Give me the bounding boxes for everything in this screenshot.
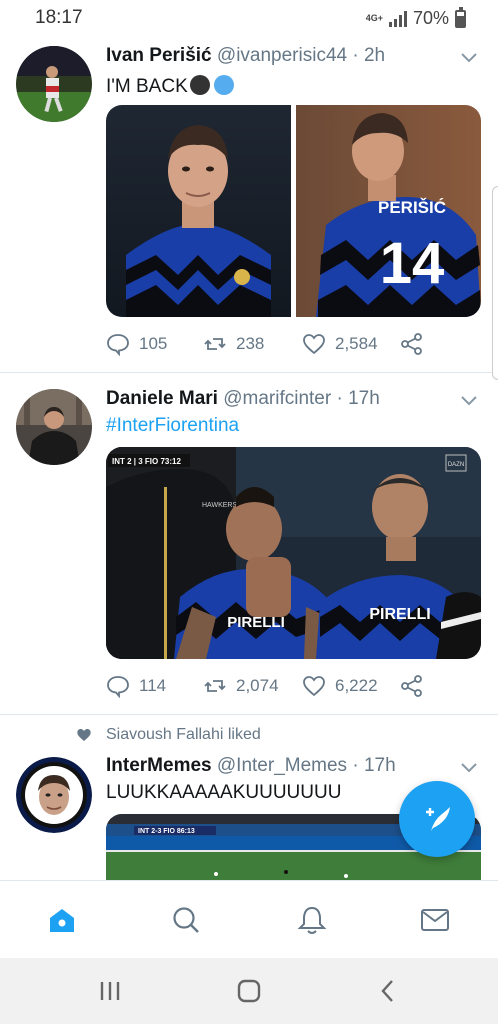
author-name[interactable]: InterMemes — [106, 755, 212, 776]
tweet-media[interactable]: PERIŠIĆ 14 — [106, 105, 481, 317]
tweet-header: InterMemes @Inter_Memes · 17h — [106, 755, 396, 777]
share-icon — [401, 333, 422, 355]
share-button[interactable] — [400, 674, 424, 698]
tweet-header: Daniele Mari @marifcinter · 17h — [106, 388, 380, 410]
back-icon — [381, 980, 393, 1002]
tweet-header: Ivan Perišić @ivanperisic44 · 2h — [106, 45, 385, 67]
tweet-time: · 2h — [352, 45, 386, 66]
scrollbar[interactable] — [492, 186, 498, 380]
compose-icon — [426, 807, 450, 831]
retweet-icon — [204, 338, 226, 350]
chevron-down-icon[interactable] — [460, 391, 478, 409]
tab-messages[interactable] — [418, 903, 452, 937]
search-icon — [173, 907, 199, 933]
retweet-button[interactable]: 2,074 — [203, 674, 302, 698]
tweet-text: I'M BACK — [106, 74, 235, 98]
blue-circle-emoji — [213, 75, 234, 95]
share-icon — [401, 675, 422, 697]
tweet-actions: 114 2,074 6,222 — [106, 672, 424, 700]
avatar[interactable] — [16, 389, 92, 465]
share-button[interactable] — [400, 332, 424, 356]
tweet-media[interactable]: HAWKERS INT 2 | 3 FIO 73:12 DAZN PIRELLI… — [106, 447, 481, 659]
broadcaster-logo: DAZN — [448, 462, 464, 468]
compose-tweet-button[interactable] — [399, 781, 475, 857]
home-circle-icon — [237, 979, 261, 1003]
recent-apps-button[interactable] — [97, 978, 123, 1004]
bell-icon — [297, 906, 327, 934]
tweet-text: LUUKKAAAAAKUUUUUUU — [106, 782, 342, 803]
retweet-count: 238 — [236, 334, 265, 353]
network-type: 4G+ — [365, 13, 383, 23]
tweet[interactable]: Ivan Perišić @ivanperisic44 · 2h I'M BAC… — [0, 34, 498, 372]
reply-count: 114 — [139, 676, 167, 695]
tweet-text: #InterFiorentina — [106, 415, 239, 437]
heart-icon — [303, 334, 325, 355]
hashtag-link[interactable]: #InterFiorentina — [106, 415, 239, 436]
reply-count: 105 — [139, 334, 168, 353]
tab-home[interactable] — [45, 903, 79, 937]
author-name[interactable]: Ivan Perišić — [106, 45, 212, 66]
chevron-down-icon[interactable] — [460, 48, 478, 66]
social-context: Siavoush Fallahi liked — [76, 726, 261, 744]
retweet-icon — [204, 680, 226, 692]
jersey-number: 14 — [380, 231, 445, 296]
home-system-button[interactable] — [236, 978, 262, 1004]
svg-text:PIRELLI: PIRELLI — [369, 606, 430, 623]
like-count: 2,584 — [335, 334, 378, 353]
retweet-button[interactable]: 238 — [203, 332, 302, 356]
system-navigation-bar — [0, 958, 498, 1024]
liked-by-text[interactable]: Siavoush Fallahi liked — [106, 726, 261, 744]
black-circle-emoji — [189, 75, 210, 95]
status-time: 18:17 — [35, 7, 83, 28]
scorebug: INT 2 | 3 FIO 73:12 — [112, 457, 181, 466]
home-icon — [50, 909, 74, 932]
battery-icon — [455, 6, 466, 28]
reply-icon — [107, 334, 129, 356]
scorebug: INT 2-3 FIO 86:13 — [138, 828, 195, 835]
tweet[interactable]: Daniele Mari @marifcinter · 17h #InterFi… — [0, 373, 498, 714]
avatar[interactable] — [16, 757, 92, 833]
status-bar: 18:17 4G+ 70% — [0, 0, 498, 34]
mail-icon — [421, 909, 449, 931]
author-name[interactable]: Daniele Mari — [106, 388, 218, 409]
like-button[interactable]: 6,222 — [302, 674, 400, 698]
tab-search[interactable] — [169, 903, 203, 937]
heart-icon — [303, 676, 325, 697]
tweet-time: · 17h — [336, 388, 380, 409]
tweet-actions: 105 238 2,584 — [106, 330, 424, 358]
recent-apps-icon — [100, 982, 120, 1000]
avatar[interactable] — [16, 46, 92, 122]
reply-button[interactable]: 105 — [106, 332, 203, 356]
reply-icon — [107, 676, 129, 698]
author-handle[interactable]: @marifcinter — [223, 388, 331, 409]
heart-filled-icon — [77, 729, 91, 741]
author-handle[interactable]: @Inter_Memes — [217, 755, 347, 776]
retweet-count: 2,074 — [236, 676, 279, 695]
tweet-time: · 17h — [352, 755, 396, 776]
like-button[interactable]: 2,584 — [302, 332, 400, 356]
like-count: 6,222 — [335, 676, 378, 695]
chevron-down-icon[interactable] — [460, 758, 478, 776]
signal-icon — [388, 10, 407, 27]
back-button[interactable] — [375, 978, 401, 1004]
svg-text:HAWKERS: HAWKERS — [202, 502, 237, 509]
reply-button[interactable]: 114 — [106, 674, 203, 698]
tab-notifications[interactable] — [295, 903, 329, 937]
divider — [0, 714, 498, 715]
author-handle[interactable]: @ivanperisic44 — [217, 45, 347, 66]
battery-level: 70% — [412, 8, 449, 28]
bottom-navigation — [0, 880, 498, 958]
